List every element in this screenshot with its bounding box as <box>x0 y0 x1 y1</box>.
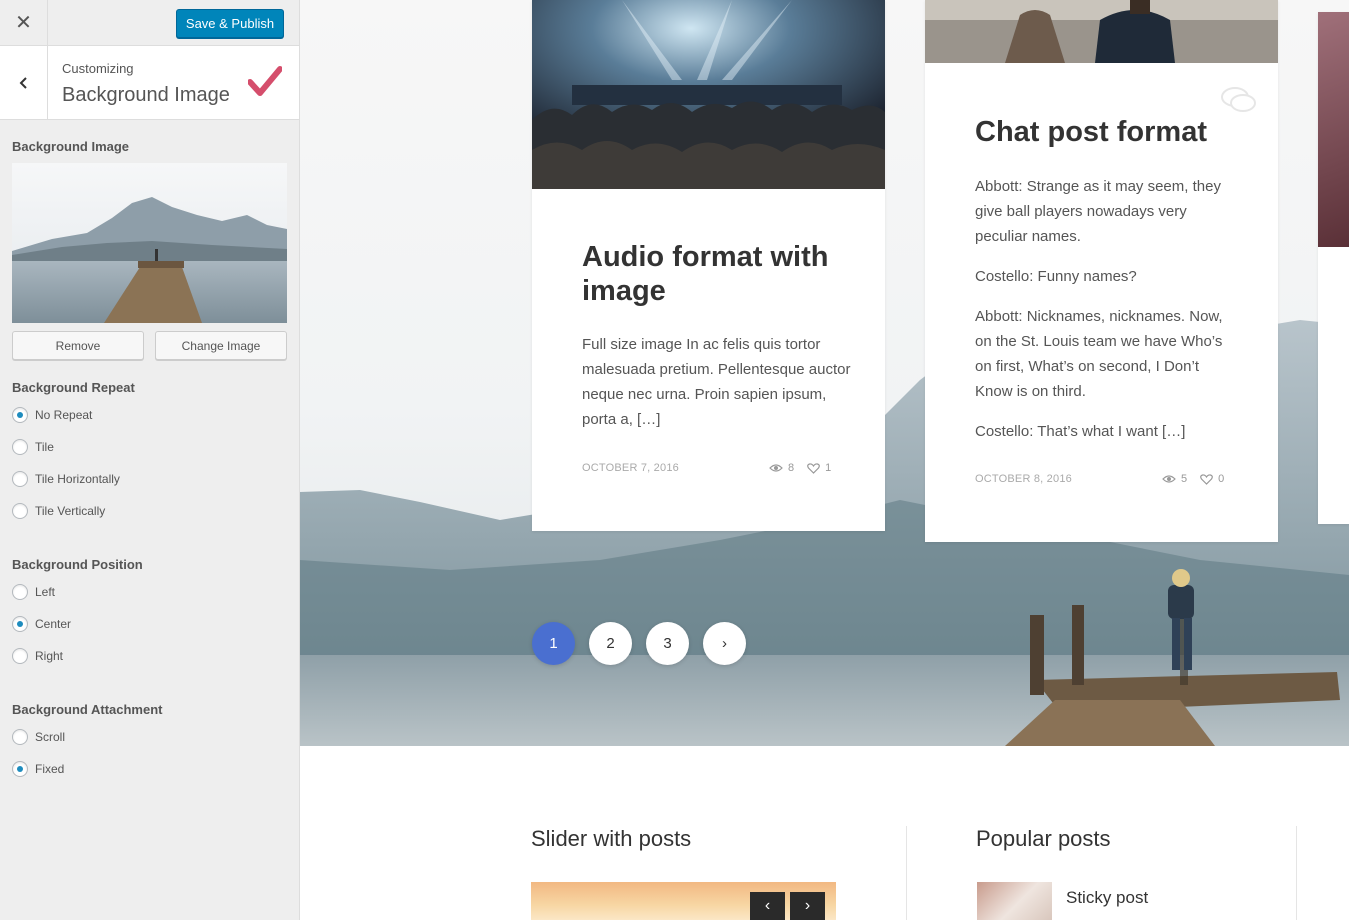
radio-label: Tile <box>35 440 54 454</box>
widget-divider <box>1296 826 1297 920</box>
back-chevron-icon <box>19 76 27 89</box>
post-title[interactable]: Audio format with image <box>582 240 862 308</box>
close-customizer-button[interactable]: ✕ <box>0 0 48 45</box>
radio-button[interactable] <box>12 729 28 745</box>
radio-button[interactable] <box>12 503 28 519</box>
customizer-header: ✕ Save & Publish <box>0 0 299 46</box>
post-featured-image[interactable] <box>532 0 885 189</box>
chat-bubble-icon <box>1221 87 1256 112</box>
close-icon: ✕ <box>15 12 32 34</box>
radio-tile[interactable]: Tile <box>12 438 54 456</box>
eye-icon <box>769 464 783 472</box>
next-page-button[interactable]: › <box>703 622 746 665</box>
view-count: 8 <box>788 462 795 474</box>
radio-center[interactable]: Center <box>12 615 71 633</box>
radio-tile-horizontally[interactable]: Tile Horizontally <box>12 470 120 488</box>
page-link-3[interactable]: 3 <box>646 622 689 665</box>
breadcrumb: Customizing <box>62 61 134 76</box>
remove-image-button[interactable]: Remove <box>12 331 144 360</box>
post-title[interactable]: Chat post format <box>975 115 1255 149</box>
section-header: Customizing Background Image <box>0 46 299 120</box>
section-title: Background Image <box>62 84 230 106</box>
radio-tile-vertically[interactable]: Tile Vertically <box>12 502 105 520</box>
like-count: 0 <box>1218 473 1225 485</box>
excerpt-paragraph: Costello: Funny names? <box>975 268 1137 285</box>
heart-icon[interactable] <box>807 462 821 474</box>
excerpt-paragraph: Costello: That’s what I want […] <box>975 423 1186 440</box>
site-preview: Audio format with image Full size image … <box>300 0 1349 920</box>
back-button[interactable] <box>0 46 48 119</box>
excerpt-paragraph: Abbott: Strange as it may seem, they giv… <box>975 178 1221 245</box>
radio-button[interactable] <box>12 584 28 600</box>
view-count: 5 <box>1181 473 1188 485</box>
post-date[interactable]: OCTOBER 8, 2016 <box>975 473 1072 485</box>
radio-button[interactable] <box>12 439 28 455</box>
bg-position-label: Background Position <box>12 557 143 572</box>
radio-label: No Repeat <box>35 408 93 422</box>
radio-button[interactable] <box>12 761 28 777</box>
radio-label: Scroll <box>35 730 66 744</box>
radio-label: Fixed <box>35 762 65 776</box>
post-stats: 8 1 <box>769 462 831 474</box>
excerpt-paragraph: Abbott: Nicknames, nicknames. Now, on th… <box>975 308 1223 400</box>
radio-button[interactable] <box>12 471 28 487</box>
eye-icon <box>1162 475 1176 483</box>
page-link-1[interactable]: 1 <box>532 622 575 665</box>
radio-right[interactable]: Right <box>12 647 63 665</box>
slider-next-button[interactable]: › <box>790 892 825 920</box>
post-date[interactable]: OCTOBER 7, 2016 <box>582 462 679 474</box>
popular-post-thumbnail[interactable] <box>977 882 1052 920</box>
post-stats: 5 0 <box>1162 473 1224 485</box>
radio-label: Tile Vertically <box>35 504 106 518</box>
post-featured-image[interactable] <box>1318 12 1349 247</box>
radio-no-repeat[interactable]: No Repeat <box>12 406 92 424</box>
radio-label: Left <box>35 585 56 599</box>
like-count: 1 <box>825 462 832 474</box>
radio-button[interactable] <box>12 407 28 423</box>
radio-fixed[interactable]: Fixed <box>12 760 64 778</box>
radio-button[interactable] <box>12 616 28 632</box>
post-excerpt: Abbott: Strange as it may seem, they giv… <box>975 174 1235 459</box>
bg-repeat-label: Background Repeat <box>12 380 135 395</box>
widget-divider <box>906 826 907 920</box>
popular-widget-title: Popular posts <box>976 826 1111 851</box>
excerpt-paragraph: Full size image In ac felis quis tortor … <box>582 336 851 428</box>
change-image-button[interactable]: Change Image <box>155 331 287 360</box>
customizer-sidebar: ✕ Save & Publish Customizing Background … <box>0 0 300 920</box>
radio-label: Center <box>35 617 72 631</box>
slider-widget-title: Slider with posts <box>531 826 692 851</box>
slider-prev-button[interactable]: ‹ <box>750 892 785 920</box>
bg-attachment-label: Background Attachment <box>12 702 163 717</box>
radio-scroll[interactable]: Scroll <box>12 728 65 746</box>
post-card: Chat post format Abbott: Strange as it m… <box>925 0 1278 542</box>
post-featured-image[interactable] <box>925 0 1278 63</box>
bg-image-thumbnail[interactable] <box>12 163 287 323</box>
checkmark-icon <box>248 66 282 96</box>
page-link-2[interactable]: 2 <box>589 622 632 665</box>
post-excerpt: Full size image In ac felis quis tortor … <box>582 332 852 447</box>
bg-image-label: Background Image <box>12 139 130 154</box>
radio-label: Tile Horizontally <box>35 472 120 486</box>
radio-label: Right <box>35 649 64 663</box>
save-publish-button[interactable]: Save & Publish <box>176 9 284 38</box>
popular-post-title[interactable]: Sticky post <box>1066 888 1148 908</box>
radio-left[interactable]: Left <box>12 583 55 601</box>
post-card: Audio format with image Full size image … <box>532 0 885 531</box>
post-card <box>1318 12 1349 524</box>
radio-button[interactable] <box>12 648 28 664</box>
heart-icon[interactable] <box>1200 473 1214 485</box>
